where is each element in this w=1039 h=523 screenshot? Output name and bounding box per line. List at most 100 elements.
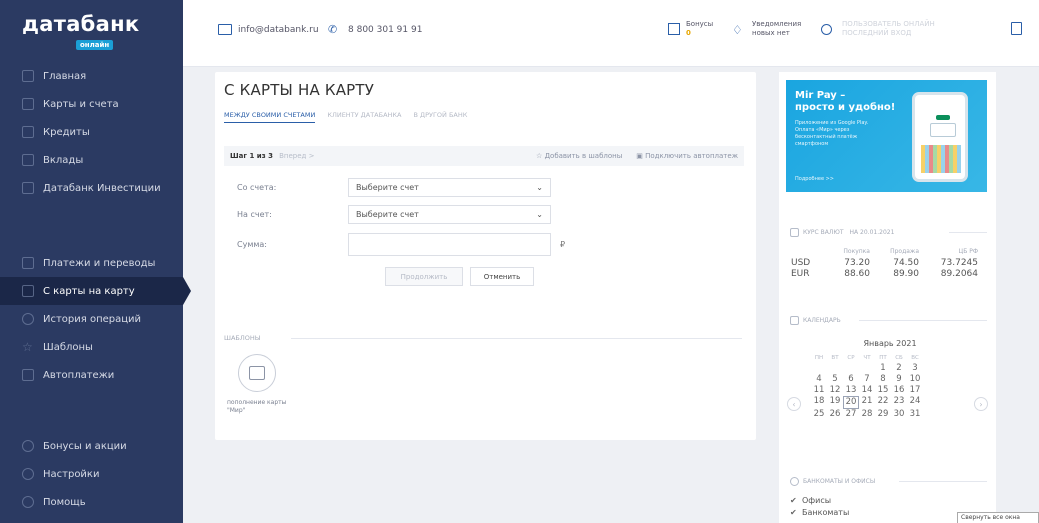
logo-sub: онлайн (76, 40, 114, 50)
tab-own-accounts[interactable]: Между своими счетами (224, 111, 316, 123)
calendar-day[interactable]: 27 (843, 409, 859, 420)
star-icon: ☆ (22, 340, 33, 354)
sidebar-item-label: Датабанк Инвестиции (43, 182, 161, 194)
calendar-title: Календарь (790, 316, 841, 325)
calendar-day[interactable]: 6 (843, 374, 859, 385)
to-account-select[interactable]: Выберите счет ⌄ (348, 205, 551, 224)
rates-table: Покупка Продажа ЦБ РФ USD 73.20 74.50 73… (791, 248, 987, 280)
cancel-button[interactable]: Отменить (470, 267, 534, 286)
sidebar-item-deposits[interactable]: Вклады (0, 146, 183, 174)
rate-cell: 89.2064 (940, 269, 978, 279)
calendar-day[interactable]: 24 (907, 396, 923, 409)
sidebar-item-help[interactable]: Помощь (0, 488, 183, 516)
calendar-day[interactable]: 12 (827, 385, 843, 396)
logout-button[interactable] (1011, 22, 1028, 35)
calendar-day[interactable]: 8 (875, 374, 891, 385)
sidebar-item-home[interactable]: Главная (0, 62, 183, 90)
calendar-day[interactable]: 3 (907, 363, 923, 374)
sidebar-item-templates[interactable]: ☆ Шаблоны (0, 333, 183, 361)
offices-divider (899, 481, 987, 482)
rates-title-text: Курс валют (803, 229, 844, 236)
calendar-day[interactable]: 31 (907, 409, 923, 420)
calendar-day[interactable]: 9 (891, 374, 907, 385)
email-text: info@databank.ru (238, 24, 319, 35)
calendar-day[interactable]: 4 (811, 374, 827, 385)
rate-cell: USD (791, 258, 811, 268)
sidebar-item-payments[interactable]: Платежи и переводы (0, 249, 183, 277)
calendar-day[interactable]: 20 (843, 396, 859, 409)
calendar-week: 4 5 6 7 8 9 10 (811, 374, 969, 385)
bonus-widget[interactable]: Бонусы 0 (668, 20, 713, 38)
calendar-day[interactable]: 28 (859, 409, 875, 420)
filter-offices[interactable]: ✔ Офисы (790, 494, 849, 506)
email-link[interactable]: info@databank.ru (218, 24, 319, 35)
calendar-day[interactable]: 10 (907, 374, 923, 385)
sidebar-item-history[interactable]: История операций (0, 305, 183, 333)
sidebar-item-invest[interactable]: Датабанк Инвестиции (0, 174, 183, 202)
filter-atms[interactable]: ✔ Банкоматы (790, 506, 849, 518)
calendar-prev-button[interactable]: ‹ (787, 397, 801, 411)
history-icon (22, 313, 34, 325)
calendar-day[interactable]: 22 (875, 396, 891, 409)
calendar-day[interactable]: 2 (891, 363, 907, 374)
calendar-day[interactable]: 18 (811, 396, 827, 409)
notifications-widget[interactable]: ♢ Уведомления новых нет (732, 20, 801, 38)
banner-more-link[interactable]: Подробнее >> (795, 176, 834, 182)
star-icon: ☆ (536, 152, 545, 160)
calendar-day[interactable]: 25 (811, 409, 827, 420)
add-template-link[interactable]: ☆ Добавить в шаблоны (536, 152, 622, 160)
sidebar: датабанк онлайн Главная Карты и счета Кр… (0, 0, 191, 523)
sidebar-item-autopay[interactable]: Автоплатежи (0, 361, 183, 389)
template-label[interactable]: пополнение карты "Мир" (227, 399, 297, 415)
calendar-day[interactable]: 19 (827, 396, 843, 409)
user-widget[interactable]: ПОЛЬЗОВАТЕЛЬ ОНЛАЙН ПОСЛЕДНИЙ ВХОД (821, 20, 935, 38)
calendar-day[interactable]: 16 (891, 385, 907, 396)
calendar-day[interactable]: 14 (859, 385, 875, 396)
sidebar-item-credits[interactable]: Кредиты (0, 118, 183, 146)
connect-autopay-link[interactable]: ▣ Подключить автоплатеж (636, 152, 738, 160)
calendar-day[interactable]: 29 (875, 409, 891, 420)
tab-other-bank[interactable]: В другой банк (413, 111, 467, 123)
calendar-day[interactable]: 26 (827, 409, 843, 420)
calendar-day (843, 363, 859, 374)
amount-input[interactable] (348, 233, 551, 256)
filter-label: Офисы (802, 495, 832, 505)
sidebar-item-bonus[interactable]: Бонусы и акции (0, 432, 183, 460)
card-illustration (930, 123, 956, 137)
sidebar-item-label: Платежи и переводы (43, 257, 156, 269)
chevron-down-icon: ⌄ (536, 183, 543, 192)
nav-bottom: Бонусы и акции Настройки Помощь (0, 432, 183, 516)
calendar-day[interactable]: 15 (875, 385, 891, 396)
calendar-day[interactable]: 5 (827, 374, 843, 385)
logo[interactable]: датабанк онлайн (22, 12, 139, 50)
sidebar-item-settings[interactable]: Настройки (0, 460, 183, 488)
user-name: ПОЛЬЗОВАТЕЛЬ ОНЛАЙН (842, 20, 935, 28)
calendar-day[interactable]: 21 (859, 396, 875, 409)
continue-button[interactable]: Продолжить (385, 267, 463, 286)
calendar-weekday: СБ (895, 355, 903, 361)
sidebar-item-card-transfer[interactable]: С карты на карту (0, 277, 191, 305)
calendar-day[interactable]: 11 (811, 385, 827, 396)
phone-link[interactable]: ✆ 8 800 301 91 91 (328, 24, 422, 35)
tab-databank-client[interactable]: Клиенту Датабанка (327, 111, 401, 123)
from-account-select[interactable]: Выберите счет ⌄ (348, 178, 551, 197)
rates-row: USD 73.20 74.50 73.7245 (791, 258, 987, 269)
calendar-day[interactable]: 30 (891, 409, 907, 420)
sidebar-item-label: С карты на карту (43, 285, 135, 297)
mirpay-banner[interactable]: Mir Pay – просто и удобно! Приложение из… (786, 80, 987, 192)
calendar-day[interactable]: 13 (843, 385, 859, 396)
calendar-day (811, 363, 827, 374)
calendar-day[interactable]: 7 (859, 374, 875, 385)
calendar-next-button[interactable]: › (974, 397, 988, 411)
calendar-day[interactable]: 23 (891, 396, 907, 409)
from-account-label: Со счета: (237, 183, 277, 192)
calendar-day[interactable]: 17 (907, 385, 923, 396)
template-card-icon[interactable] (238, 354, 276, 392)
sidebar-item-label: Главная (43, 70, 87, 82)
sidebar-item-cards[interactable]: Карты и счета (0, 90, 183, 118)
card-icon (249, 366, 265, 380)
transfer-tabs: Между своими счетами Клиенту Датабанка В… (224, 111, 467, 123)
card-transfer-icon (22, 285, 34, 297)
next-step-link[interactable]: Вперед > (279, 152, 314, 160)
calendar-day[interactable]: 1 (875, 363, 891, 374)
